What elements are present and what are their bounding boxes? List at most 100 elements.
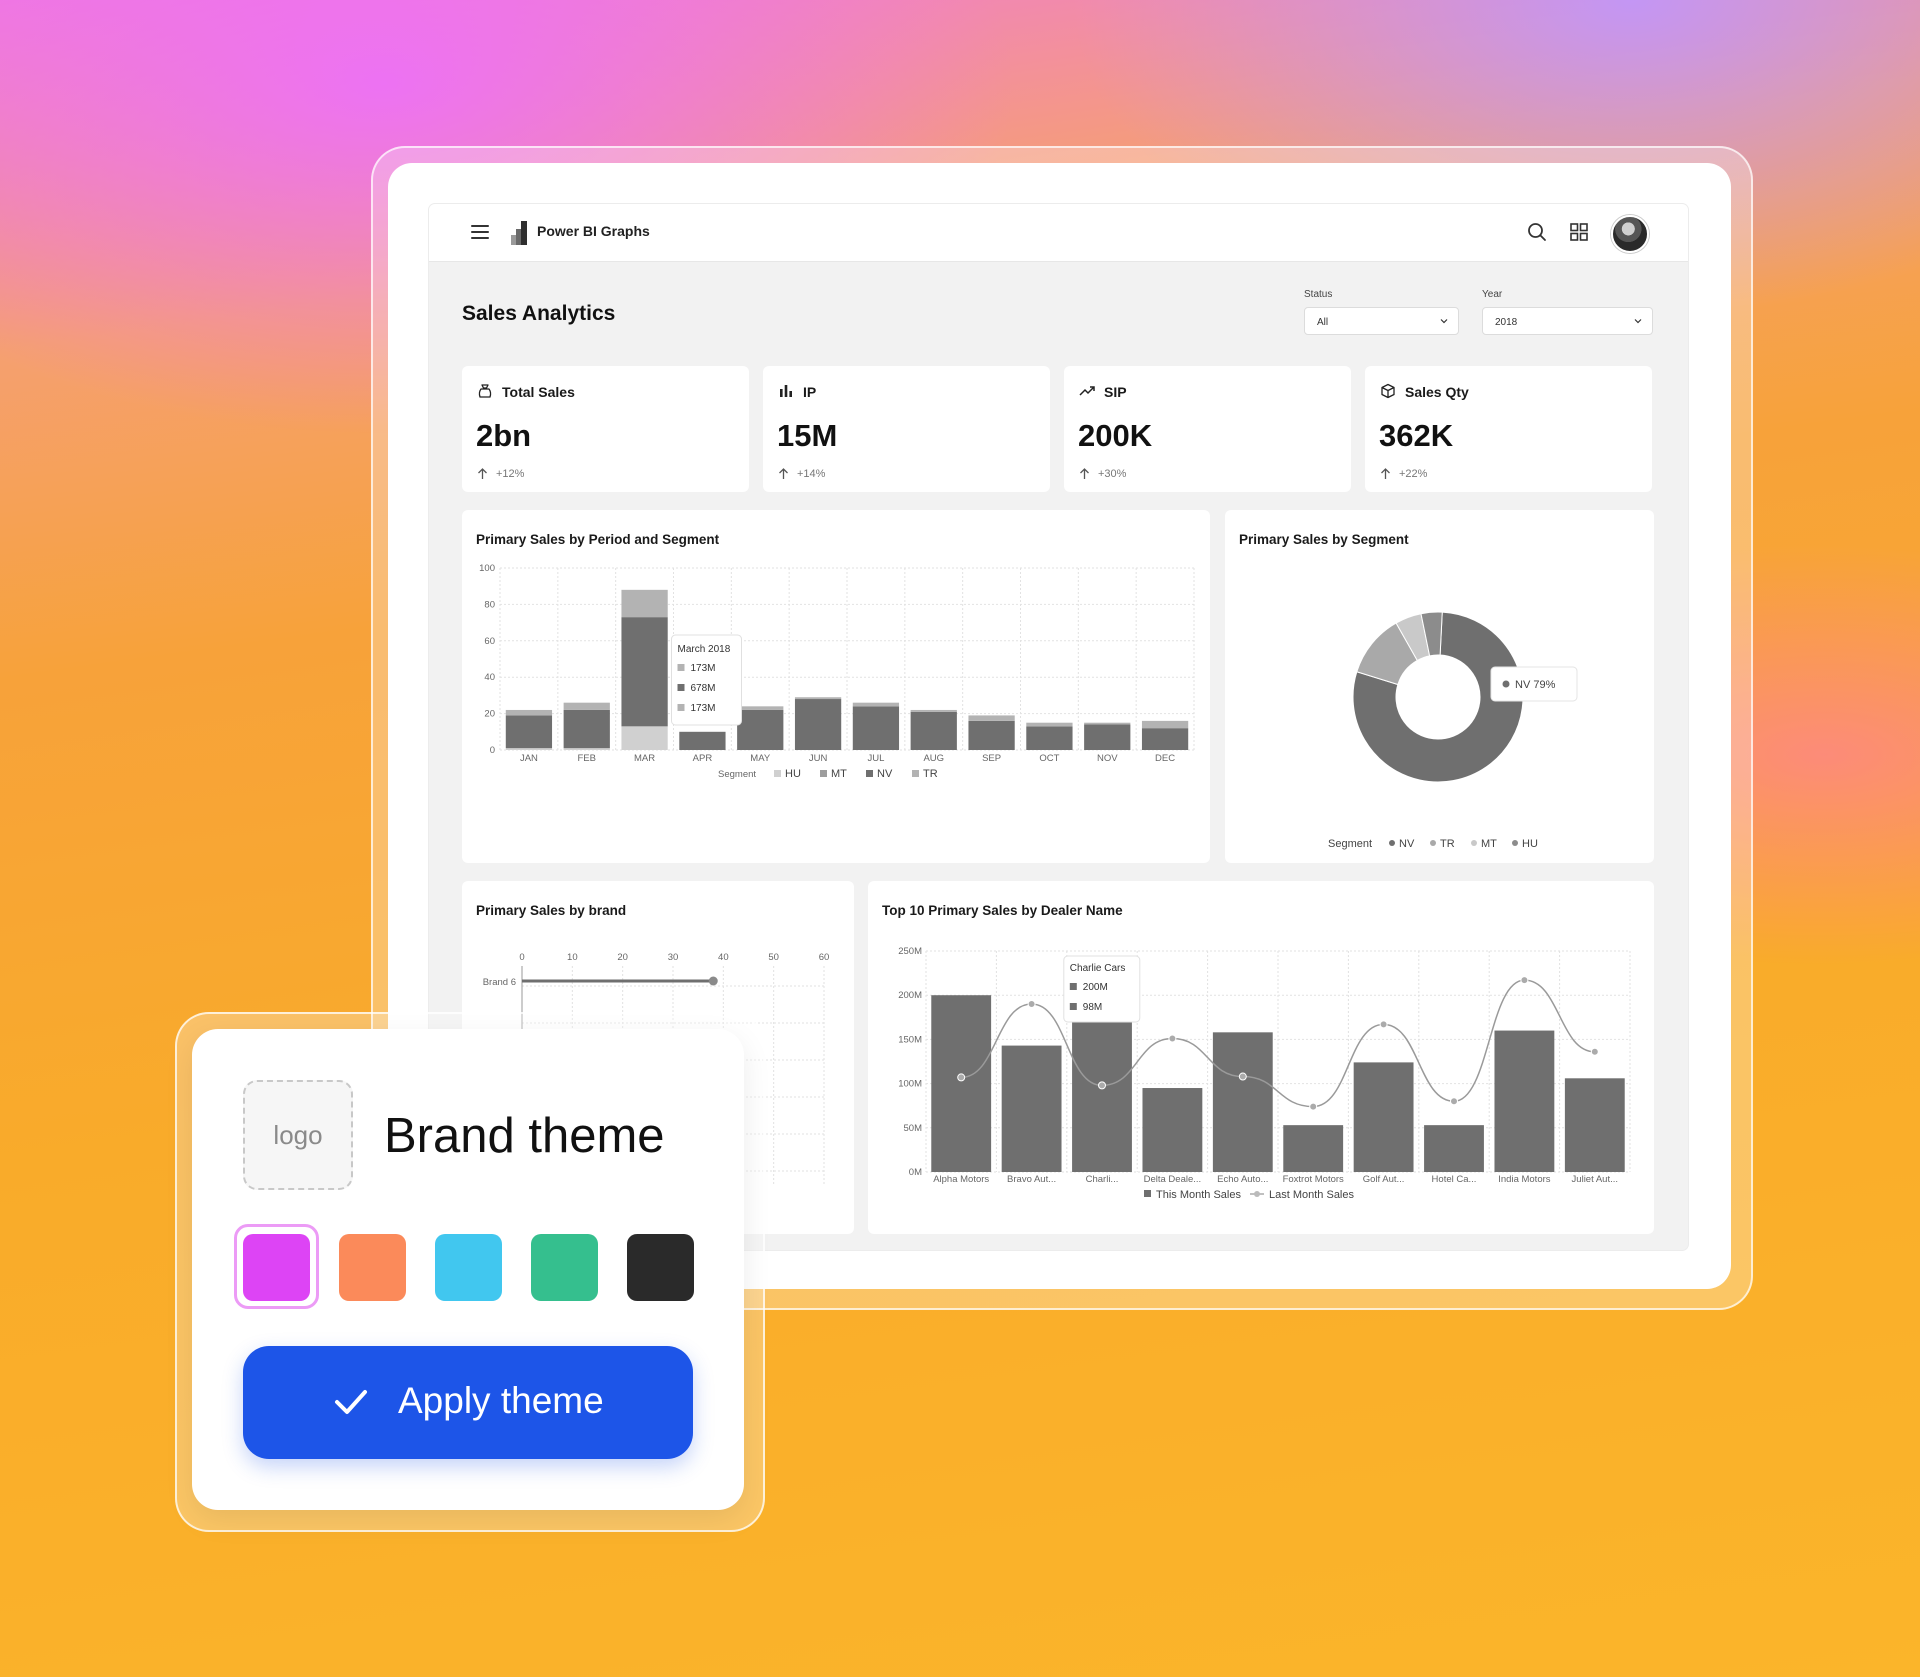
segment-donut-card: Primary Sales by Segment NV 79% Segment NV… xyxy=(1225,510,1654,863)
bar-tr xyxy=(621,589,668,618)
line-point xyxy=(1590,1047,1599,1056)
tooltip-swatch xyxy=(1069,983,1077,990)
app-logo-icon xyxy=(511,221,527,245)
legend-dot xyxy=(1430,840,1436,846)
bar-tr xyxy=(737,706,784,710)
bar-nv xyxy=(910,711,957,750)
line-point xyxy=(1520,976,1529,985)
bar-tr xyxy=(1084,722,1131,725)
check-icon xyxy=(335,1390,367,1414)
x-tick-label: 30 xyxy=(668,952,679,963)
legend-title: Segment xyxy=(1328,838,1372,850)
chevron-down-icon xyxy=(1634,319,1642,324)
year-filter-label: Year xyxy=(1482,289,1503,300)
legend-label: TR xyxy=(1440,838,1455,850)
legend-label: HU xyxy=(785,768,801,780)
apply-theme-label: Apply theme xyxy=(398,1380,604,1421)
tooltip-value: 678M xyxy=(691,683,716,694)
bar-nv xyxy=(679,731,726,750)
x-tick-label: MAR xyxy=(634,753,655,764)
kpi-delta: +12% xyxy=(496,468,525,480)
x-tick-label: 60 xyxy=(819,952,830,963)
x-tick-label: 50 xyxy=(768,952,779,963)
bar-nv xyxy=(621,617,668,727)
menu-icon[interactable] xyxy=(471,225,489,239)
bar-tr xyxy=(1026,722,1073,727)
bar-this-month xyxy=(1424,1125,1484,1172)
bar-this-month xyxy=(1001,1045,1062,1172)
color-swatch[interactable] xyxy=(531,1234,598,1301)
bar-nv xyxy=(563,709,610,749)
bar-tr xyxy=(968,715,1015,721)
logo-placeholder[interactable]: logo xyxy=(243,1080,353,1190)
line-point xyxy=(1027,1000,1036,1009)
line-point xyxy=(957,1073,966,1082)
y-tick-label: 50M xyxy=(904,1123,923,1134)
bar-nv xyxy=(968,720,1015,750)
kpi-value: 15M xyxy=(777,418,838,453)
line-point xyxy=(1098,1081,1106,1090)
bar-this-month xyxy=(1142,1088,1203,1172)
x-tick-label: JAN xyxy=(520,753,538,764)
y-tick-label: 60 xyxy=(484,636,495,647)
bar-nv xyxy=(505,715,553,749)
kpi-value: 362K xyxy=(1379,418,1454,453)
line-point xyxy=(1450,1097,1458,1106)
tooltip-title: March 2018 xyxy=(678,644,731,655)
bar-tr xyxy=(852,702,900,707)
kpi-card-sales-qty[interactable]: Sales Qty 362K +22% xyxy=(1365,366,1652,492)
apply-theme-button[interactable]: Apply theme xyxy=(243,1346,693,1459)
search-icon[interactable] xyxy=(1526,221,1548,243)
kpi-delta: +30% xyxy=(1098,468,1127,480)
bar-tr xyxy=(794,697,842,700)
bar-nv xyxy=(737,709,784,750)
line-point xyxy=(1238,1072,1247,1081)
x-tick-label: DEC xyxy=(1155,753,1175,764)
x-tick-label: India Motors xyxy=(1498,1174,1551,1185)
arrow-up-icon xyxy=(1381,468,1390,479)
legend-label: Last Month Sales xyxy=(1269,1189,1354,1201)
bar-tr xyxy=(910,709,957,712)
user-avatar[interactable] xyxy=(1611,215,1649,253)
legend-swatch xyxy=(774,770,781,777)
bar-this-month xyxy=(1212,1032,1273,1172)
color-swatch[interactable] xyxy=(435,1234,502,1301)
y-tick-label: 20 xyxy=(484,709,495,720)
status-filter-label: Status xyxy=(1304,289,1333,300)
y-tick-label: 80 xyxy=(484,599,495,610)
bar-hu xyxy=(505,748,553,750)
tooltip-value: NV 79% xyxy=(1515,679,1556,691)
x-tick-label: NOV xyxy=(1097,753,1118,764)
status-select-value: All xyxy=(1317,317,1329,328)
kpi-title: SIP xyxy=(1104,384,1127,400)
color-swatch[interactable] xyxy=(627,1234,694,1301)
grid-apps-icon[interactable] xyxy=(1568,221,1590,243)
x-tick-label: Bravo Aut... xyxy=(1007,1174,1056,1185)
top-bar: Power BI Graphs xyxy=(429,204,1688,262)
kpi-card-total-sales[interactable]: Total Sales 2bn +12% xyxy=(462,366,749,492)
app-name: Power BI Graphs xyxy=(537,223,650,239)
color-swatch[interactable] xyxy=(243,1234,310,1301)
y-tick-label: 0 xyxy=(490,745,495,756)
kpi-delta: +14% xyxy=(797,468,826,480)
bar-tr xyxy=(505,709,553,716)
legend-swatch xyxy=(1144,1190,1151,1197)
line-point xyxy=(1379,1020,1388,1029)
year-select[interactable]: 2018 xyxy=(1482,307,1653,335)
legend-label: NV xyxy=(877,768,893,780)
tooltip-swatch xyxy=(677,704,685,711)
color-swatch[interactable] xyxy=(339,1234,406,1301)
package-icon xyxy=(1381,383,1395,399)
x-tick-label: OCT xyxy=(1039,753,1059,764)
kpi-card-sip[interactable]: SIP 200K +30% xyxy=(1064,366,1351,492)
line-point xyxy=(1168,1034,1177,1043)
y-tick-label: 200M xyxy=(898,990,922,1001)
legend-swatch xyxy=(820,770,827,777)
kpi-title: Sales Qty xyxy=(1405,384,1469,400)
kpi-value: 2bn xyxy=(476,418,532,453)
kpi-card-ip[interactable]: IP 15M +14% xyxy=(763,366,1050,492)
x-tick-label: Echo Auto... xyxy=(1217,1174,1268,1185)
x-tick-label: Charli... xyxy=(1086,1174,1119,1185)
status-select[interactable]: All xyxy=(1304,307,1459,335)
x-tick-label: 40 xyxy=(718,952,729,963)
